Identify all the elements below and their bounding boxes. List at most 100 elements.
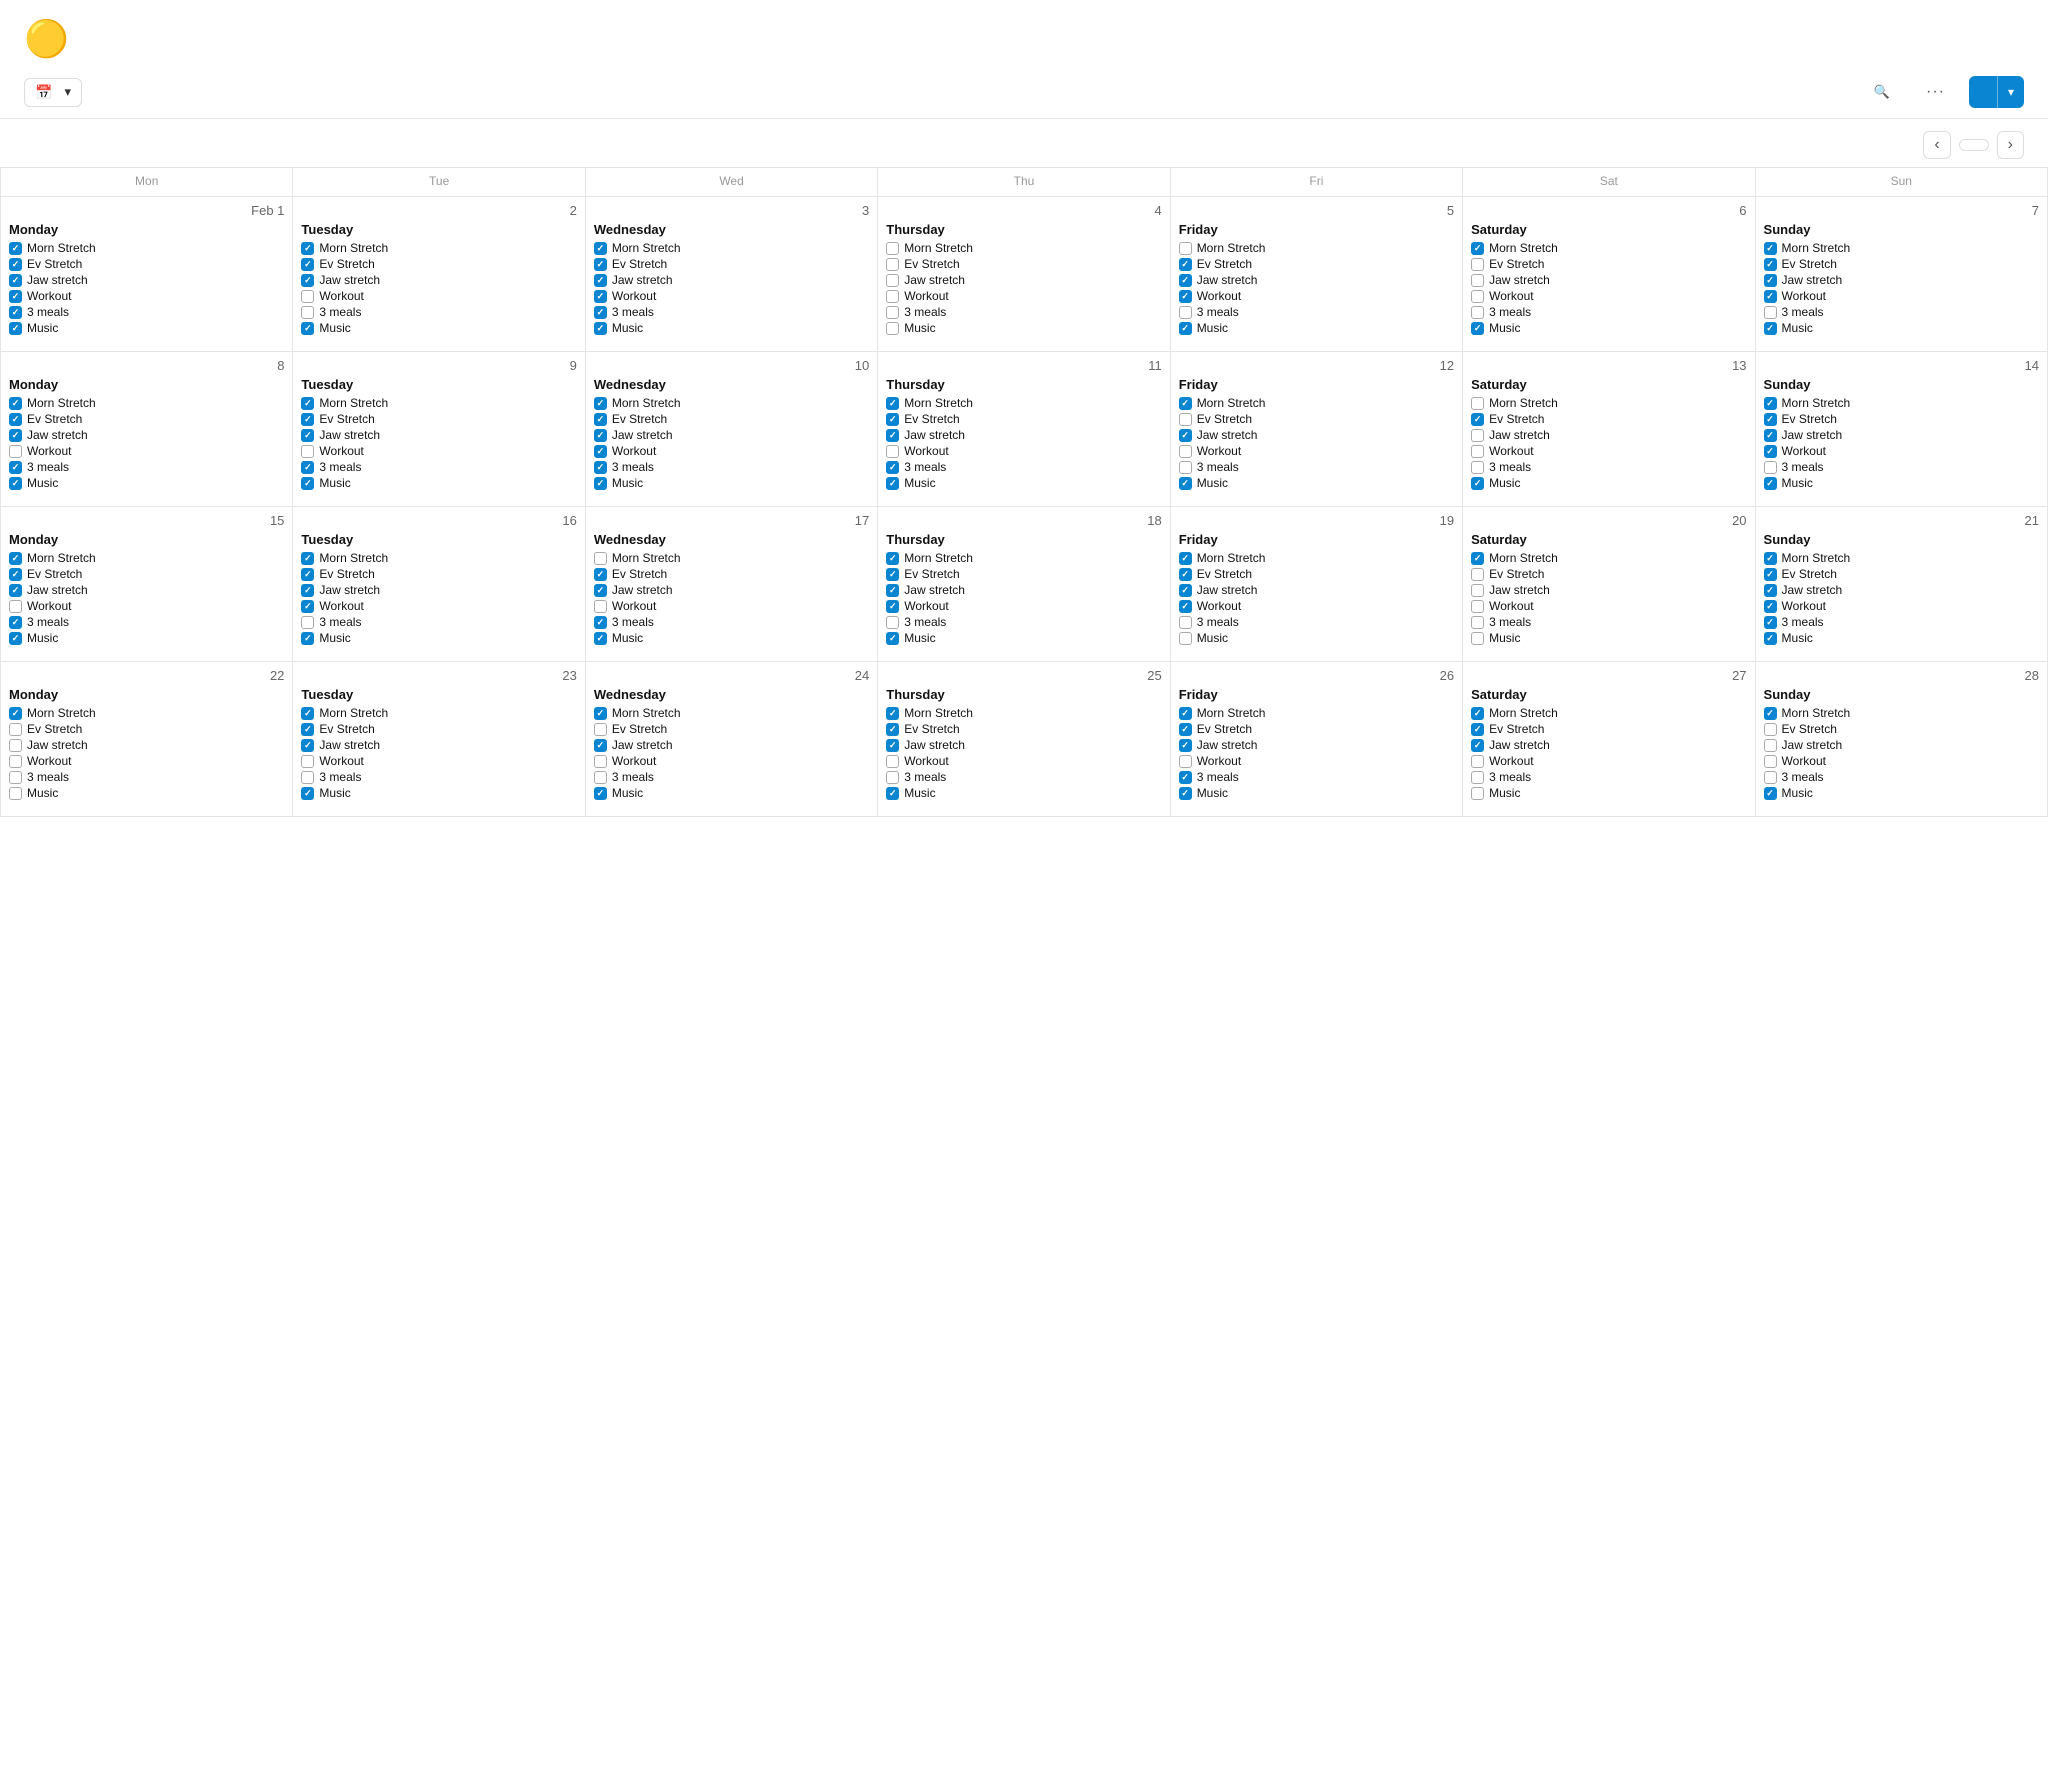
task-row[interactable]: Music (1179, 631, 1454, 645)
task-checkbox[interactable] (301, 552, 314, 565)
task-row[interactable]: Jaw stretch (301, 273, 576, 287)
task-checkbox[interactable] (594, 600, 607, 613)
task-checkbox[interactable] (1764, 568, 1777, 581)
day-cell-12[interactable]: 12FridayMorn StretchEv StretchJaw stretc… (1170, 352, 1462, 507)
task-checkbox[interactable] (1179, 413, 1192, 426)
task-checkbox[interactable] (301, 707, 314, 720)
task-checkbox[interactable] (1764, 755, 1777, 768)
task-row[interactable]: Jaw stretch (1471, 273, 1746, 287)
task-row[interactable]: Ev Stretch (886, 257, 1161, 271)
task-checkbox[interactable] (886, 723, 899, 736)
task-checkbox[interactable] (1179, 258, 1192, 271)
task-row[interactable]: Music (301, 321, 576, 335)
task-row[interactable]: Ev Stretch (1764, 257, 2039, 271)
task-row[interactable]: Workout (1471, 289, 1746, 303)
task-row[interactable]: Workout (594, 599, 869, 613)
task-row[interactable]: 3 meals (594, 305, 869, 319)
task-row[interactable]: Workout (594, 754, 869, 768)
day-cell-22[interactable]: 22MondayMorn StretchEv StretchJaw stretc… (1, 662, 293, 817)
task-checkbox[interactable] (1179, 755, 1192, 768)
task-checkbox[interactable] (886, 306, 899, 319)
task-checkbox[interactable] (1471, 397, 1484, 410)
task-row[interactable]: Jaw stretch (9, 428, 284, 442)
task-checkbox[interactable] (886, 397, 899, 410)
task-row[interactable]: Workout (9, 444, 284, 458)
task-checkbox[interactable] (1179, 274, 1192, 287)
task-row[interactable]: Workout (1471, 599, 1746, 613)
task-checkbox[interactable] (301, 477, 314, 490)
task-row[interactable]: 3 meals (1764, 615, 2039, 629)
task-checkbox[interactable] (1179, 397, 1192, 410)
task-checkbox[interactable] (301, 258, 314, 271)
task-checkbox[interactable] (886, 707, 899, 720)
task-row[interactable]: Music (301, 631, 576, 645)
task-row[interactable]: 3 meals (594, 460, 869, 474)
sort-button[interactable] (1834, 88, 1850, 96)
task-checkbox[interactable] (594, 632, 607, 645)
task-row[interactable]: Music (9, 321, 284, 335)
task-row[interactable]: Ev Stretch (301, 412, 576, 426)
task-checkbox[interactable] (1179, 477, 1192, 490)
task-checkbox[interactable] (1179, 616, 1192, 629)
task-row[interactable]: Music (301, 786, 576, 800)
task-row[interactable]: Jaw stretch (1471, 738, 1746, 752)
task-row[interactable]: 3 meals (301, 460, 576, 474)
task-checkbox[interactable] (1764, 552, 1777, 565)
task-row[interactable]: Workout (1471, 754, 1746, 768)
task-row[interactable]: 3 meals (1471, 305, 1746, 319)
task-row[interactable]: 3 meals (301, 615, 576, 629)
task-checkbox[interactable] (594, 242, 607, 255)
task-row[interactable]: Ev Stretch (1764, 722, 2039, 736)
task-row[interactable]: Workout (886, 289, 1161, 303)
task-checkbox[interactable] (9, 397, 22, 410)
task-checkbox[interactable] (1179, 723, 1192, 736)
task-checkbox[interactable] (594, 445, 607, 458)
task-row[interactable]: 3 meals (886, 770, 1161, 784)
task-checkbox[interactable] (1179, 242, 1192, 255)
task-checkbox[interactable] (301, 322, 314, 335)
day-cell-17[interactable]: 17WednesdayMorn StretchEv StretchJaw str… (585, 507, 877, 662)
calendar-view-button[interactable]: 📅 ▾ (24, 78, 82, 107)
task-row[interactable]: 3 meals (1764, 305, 2039, 319)
task-row[interactable]: 3 meals (301, 770, 576, 784)
task-row[interactable]: Morn Stretch (1471, 706, 1746, 720)
task-checkbox[interactable] (9, 616, 22, 629)
task-row[interactable]: Jaw stretch (1179, 583, 1454, 597)
task-checkbox[interactable] (1179, 445, 1192, 458)
task-row[interactable]: Ev Stretch (1471, 567, 1746, 581)
task-row[interactable]: Music (9, 631, 284, 645)
task-row[interactable]: Morn Stretch (594, 241, 869, 255)
task-checkbox[interactable] (1764, 461, 1777, 474)
task-checkbox[interactable] (594, 290, 607, 303)
task-row[interactable]: Ev Stretch (9, 257, 284, 271)
day-cell-25[interactable]: 25ThursdayMorn StretchEv StretchJaw stre… (878, 662, 1170, 817)
task-checkbox[interactable] (1179, 568, 1192, 581)
task-row[interactable]: Music (1471, 631, 1746, 645)
task-checkbox[interactable] (9, 242, 22, 255)
task-checkbox[interactable] (1764, 258, 1777, 271)
task-row[interactable]: Jaw stretch (594, 738, 869, 752)
task-row[interactable]: Morn Stretch (1471, 551, 1746, 565)
day-cell-6[interactable]: 6SaturdayMorn StretchEv StretchJaw stret… (1463, 197, 1755, 352)
task-row[interactable]: Ev Stretch (594, 412, 869, 426)
task-checkbox[interactable] (594, 723, 607, 736)
task-row[interactable]: Morn Stretch (1764, 551, 2039, 565)
day-cell-16[interactable]: 16TuesdayMorn StretchEv StretchJaw stret… (293, 507, 585, 662)
task-checkbox[interactable] (886, 274, 899, 287)
task-row[interactable]: Jaw stretch (1179, 428, 1454, 442)
task-checkbox[interactable] (301, 568, 314, 581)
task-row[interactable]: Morn Stretch (886, 396, 1161, 410)
task-row[interactable]: Music (594, 786, 869, 800)
task-row[interactable]: Workout (886, 444, 1161, 458)
task-row[interactable]: Jaw stretch (1471, 583, 1746, 597)
day-cell-5[interactable]: 5FridayMorn StretchEv StretchJaw stretch… (1170, 197, 1462, 352)
task-row[interactable]: Ev Stretch (9, 412, 284, 426)
task-row[interactable]: Music (301, 476, 576, 490)
day-cell-13[interactable]: 13SaturdayMorn StretchEv StretchJaw stre… (1463, 352, 1755, 507)
task-checkbox[interactable] (301, 445, 314, 458)
task-checkbox[interactable] (594, 322, 607, 335)
task-checkbox[interactable] (1471, 632, 1484, 645)
task-checkbox[interactable] (594, 413, 607, 426)
task-row[interactable]: 3 meals (1471, 460, 1746, 474)
task-checkbox[interactable] (301, 413, 314, 426)
